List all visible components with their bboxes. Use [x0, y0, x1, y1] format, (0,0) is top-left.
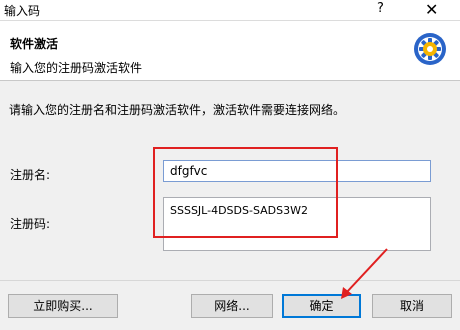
network-button[interactable]: 网络... [191, 294, 273, 318]
close-button[interactable]: ✕ [425, 0, 438, 19]
header-title: 软件激活 [10, 37, 59, 51]
code-label: 注册码: [10, 217, 51, 231]
cancel-button[interactable]: 取消 [372, 294, 452, 318]
buy-now-button[interactable]: 立即购买... [8, 294, 118, 318]
ok-button[interactable]: 确定 [282, 294, 361, 318]
gear-logo-icon [414, 33, 446, 65]
header-subtitle: 输入您的注册码激活软件 [10, 61, 143, 75]
registration-name-input[interactable]: dfgfvc [163, 160, 431, 182]
title-bar: 输入码 ? ✕ [0, 0, 460, 21]
dialog-header: 软件激活 输入您的注册码激活软件 [0, 21, 460, 81]
help-button[interactable]: ? [377, 1, 384, 16]
name-label: 注册名: [10, 168, 51, 182]
intro-text: 请输入您的注册名和注册码激活软件，激活软件需要连接网络。 [9, 103, 346, 117]
window-title: 输入码 [4, 4, 41, 18]
registration-code-input[interactable]: SSSSJL-4DSDS-SADS3W2 [163, 197, 431, 251]
divider [0, 280, 460, 281]
